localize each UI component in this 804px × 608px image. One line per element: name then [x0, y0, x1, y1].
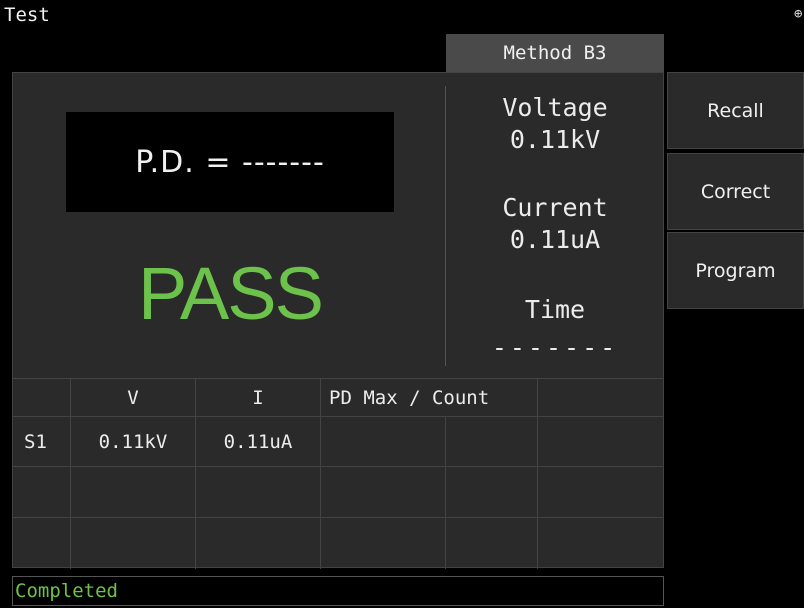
method-tab[interactable]: Method B3 — [446, 34, 664, 72]
time-label: Time — [524, 295, 586, 324]
table-header-cell: PD Max / Count — [320, 379, 537, 417]
table-cell — [70, 518, 195, 569]
table-header-cell: I — [195, 379, 320, 417]
table-header-cell — [12, 379, 70, 417]
table-cell: S1 — [24, 431, 47, 453]
table-header-cell: V — [70, 379, 195, 417]
voltage-value: 0.11kV — [509, 125, 601, 154]
table-cell — [195, 518, 320, 569]
current-label: Current — [502, 193, 608, 222]
table-cell — [445, 518, 537, 569]
app-title: Test — [4, 4, 50, 26]
table-cell — [537, 417, 664, 467]
table-row — [12, 466, 664, 518]
table-cell: 0.11uA — [195, 417, 320, 467]
table-cell: 0.11kV — [70, 417, 195, 467]
table-row: S1 0.11kV 0.11uA — [12, 416, 664, 467]
result-indicator: PASS — [138, 251, 324, 335]
table-cell — [195, 467, 320, 518]
table-cell — [320, 467, 445, 518]
table-row — [12, 517, 664, 569]
pd-display: P.D. = ------- — [66, 112, 394, 212]
correct-button[interactable]: Correct — [667, 153, 804, 230]
time-value: ------- — [491, 333, 619, 362]
table-cell — [12, 467, 70, 518]
table-header-cell — [537, 379, 664, 417]
corner-icon: ⊕ — [794, 6, 803, 22]
table-cell — [445, 417, 537, 467]
table-cell — [320, 518, 445, 569]
table-cell — [445, 467, 537, 518]
table-cell — [70, 467, 195, 518]
table-cell — [537, 467, 664, 518]
table-header-row: V I PD Max / Count — [12, 378, 664, 417]
measurement-table: V I PD Max / Count S1 0.11kV 0.11uA — [12, 378, 664, 569]
table-cell — [537, 518, 664, 569]
table-cell — [320, 417, 445, 467]
voltage-label: Voltage — [502, 93, 608, 122]
program-button[interactable]: Program — [667, 232, 804, 309]
status-bar: Completed — [12, 576, 664, 606]
table-cell — [12, 518, 70, 569]
recall-button[interactable]: Recall — [667, 72, 804, 149]
current-value: 0.11uA — [509, 225, 601, 254]
